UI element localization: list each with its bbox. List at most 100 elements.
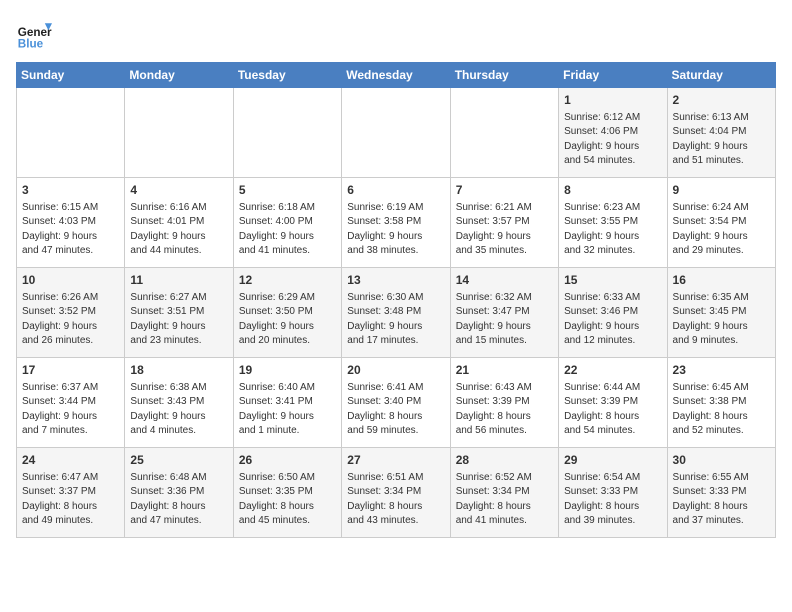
day-number: 10 <box>22 272 119 289</box>
day-info: Sunrise: 6:13 AM Sunset: 4:04 PM Dayligh… <box>673 111 770 169</box>
day-info: Sunrise: 6:26 AM Sunset: 3:52 PM Dayligh… <box>22 291 119 349</box>
calendar-cell: 4 Sunrise: 6:16 AM Sunset: 4:01 PM Daylig… <box>125 178 233 268</box>
day-info: Sunrise: 6:32 AM Sunset: 3:47 PM Dayligh… <box>456 291 553 349</box>
day-info: Sunrise: 6:54 AM Sunset: 3:33 PM Dayligh… <box>564 471 661 529</box>
day-number: 4 <box>130 182 227 199</box>
day-info: Sunrise: 6:52 AM Sunset: 3:34 PM Dayligh… <box>456 471 553 529</box>
day-number: 16 <box>673 272 770 289</box>
calendar-cell: 3Sunrise: 6:15 AM Sunset: 4:03 PM Daylig… <box>17 178 125 268</box>
day-number: 19 <box>239 362 336 379</box>
calendar-week-3: 10 Sunrise: 6:26 AM Sunset: 3:52 PM Dayli… <box>17 268 776 358</box>
day-number: 15 <box>564 272 661 289</box>
calendar-header-row: SundayMondayTuesdayWednesdayThursdayFrid… <box>17 63 776 88</box>
calendar-cell: 12Sunrise: 6:29 AM Sunset: 3:50 PM Dayli… <box>233 268 341 358</box>
page-header: General Blue <box>16 16 776 52</box>
day-info: Sunrise: 6:19 AM Sunset: 3:58 PM Dayligh… <box>347 201 444 259</box>
day-number: 27 <box>347 452 444 469</box>
day-info: Sunrise: 6:45 AM Sunset: 3:38 PM Dayligh… <box>673 381 770 439</box>
calendar-cell: 5 Sunrise: 6:18 AM Sunset: 4:00 PM Daylig… <box>233 178 341 268</box>
calendar-cell: 28 Sunrise: 6:52 AM Sunset: 3:34 PM Dayli… <box>450 448 558 538</box>
calendar-cell: 13 Sunrise: 6:30 AM Sunset: 3:48 PM Dayli… <box>342 268 450 358</box>
calendar-cell: 22 Sunrise: 6:44 AM Sunset: 3:39 PM Dayli… <box>559 358 667 448</box>
day-number: 30 <box>673 452 770 469</box>
day-info: Sunrise: 6:30 AM Sunset: 3:48 PM Dayligh… <box>347 291 444 349</box>
day-number: 3 <box>22 182 119 199</box>
day-info: Sunrise: 6:48 AM Sunset: 3:36 PM Dayligh… <box>130 471 227 529</box>
col-header-friday: Friday <box>559 63 667 88</box>
calendar-cell: 8 Sunrise: 6:23 AM Sunset: 3:55 PM Daylig… <box>559 178 667 268</box>
day-number: 20 <box>347 362 444 379</box>
col-header-tuesday: Tuesday <box>233 63 341 88</box>
calendar-cell: 7 Sunrise: 6:21 AM Sunset: 3:57 PM Daylig… <box>450 178 558 268</box>
day-number: 29 <box>564 452 661 469</box>
calendar-cell <box>233 88 341 178</box>
day-number: 1 <box>564 92 661 109</box>
calendar-cell: 15 Sunrise: 6:33 AM Sunset: 3:46 PM Dayli… <box>559 268 667 358</box>
calendar-week-5: 24Sunrise: 6:47 AM Sunset: 3:37 PM Dayli… <box>17 448 776 538</box>
day-info: Sunrise: 6:50 AM Sunset: 3:35 PM Dayligh… <box>239 471 336 529</box>
day-info: Sunrise: 6:23 AM Sunset: 3:55 PM Dayligh… <box>564 201 661 259</box>
calendar-cell: 17 Sunrise: 6:37 AM Sunset: 3:44 PM Dayli… <box>17 358 125 448</box>
day-number: 22 <box>564 362 661 379</box>
day-number: 6 <box>347 182 444 199</box>
calendar-cell: 30 Sunrise: 6:55 AM Sunset: 3:33 PM Dayli… <box>667 448 775 538</box>
day-number: 24 <box>22 452 119 469</box>
calendar-cell: 29 Sunrise: 6:54 AM Sunset: 3:33 PM Dayli… <box>559 448 667 538</box>
svg-text:Blue: Blue <box>18 38 44 51</box>
calendar-cell: 20 Sunrise: 6:41 AM Sunset: 3:40 PM Dayli… <box>342 358 450 448</box>
col-header-sunday: Sunday <box>17 63 125 88</box>
day-number: 13 <box>347 272 444 289</box>
calendar-cell: 10 Sunrise: 6:26 AM Sunset: 3:52 PM Dayli… <box>17 268 125 358</box>
day-info: Sunrise: 6:51 AM Sunset: 3:34 PM Dayligh… <box>347 471 444 529</box>
day-number: 5 <box>239 182 336 199</box>
day-number: 21 <box>456 362 553 379</box>
day-info: Sunrise: 6:18 AM Sunset: 4:00 PM Dayligh… <box>239 201 336 259</box>
day-info: Sunrise: 6:16 AM Sunset: 4:01 PM Dayligh… <box>130 201 227 259</box>
calendar-week-1: 1 Sunrise: 6:12 AM Sunset: 4:06 PM Daylig… <box>17 88 776 178</box>
col-header-saturday: Saturday <box>667 63 775 88</box>
calendar-cell: 11Sunrise: 6:27 AM Sunset: 3:51 PM Dayli… <box>125 268 233 358</box>
day-number: 7 <box>456 182 553 199</box>
day-info: Sunrise: 6:33 AM Sunset: 3:46 PM Dayligh… <box>564 291 661 349</box>
day-number: 9 <box>673 182 770 199</box>
day-number: 8 <box>564 182 661 199</box>
day-info: Sunrise: 6:35 AM Sunset: 3:45 PM Dayligh… <box>673 291 770 349</box>
day-number: 25 <box>130 452 227 469</box>
calendar-cell: 6 Sunrise: 6:19 AM Sunset: 3:58 PM Daylig… <box>342 178 450 268</box>
day-number: 18 <box>130 362 227 379</box>
calendar-cell: 9 Sunrise: 6:24 AM Sunset: 3:54 PM Daylig… <box>667 178 775 268</box>
day-number: 23 <box>673 362 770 379</box>
day-number: 28 <box>456 452 553 469</box>
day-info: Sunrise: 6:55 AM Sunset: 3:33 PM Dayligh… <box>673 471 770 529</box>
calendar-table: SundayMondayTuesdayWednesdayThursdayFrid… <box>16 62 776 538</box>
calendar-cell: 18Sunrise: 6:38 AM Sunset: 3:43 PM Dayli… <box>125 358 233 448</box>
day-info: Sunrise: 6:24 AM Sunset: 3:54 PM Dayligh… <box>673 201 770 259</box>
calendar-week-2: 3Sunrise: 6:15 AM Sunset: 4:03 PM Daylig… <box>17 178 776 268</box>
calendar-cell <box>17 88 125 178</box>
calendar-cell: 16 Sunrise: 6:35 AM Sunset: 3:45 PM Dayli… <box>667 268 775 358</box>
calendar-cell <box>125 88 233 178</box>
day-info: Sunrise: 6:37 AM Sunset: 3:44 PM Dayligh… <box>22 381 119 439</box>
day-info: Sunrise: 6:40 AM Sunset: 3:41 PM Dayligh… <box>239 381 336 439</box>
day-info: Sunrise: 6:41 AM Sunset: 3:40 PM Dayligh… <box>347 381 444 439</box>
day-number: 11 <box>130 272 227 289</box>
calendar-cell: 26 Sunrise: 6:50 AM Sunset: 3:35 PM Dayli… <box>233 448 341 538</box>
day-number: 12 <box>239 272 336 289</box>
calendar-cell: 21Sunrise: 6:43 AM Sunset: 3:39 PM Dayli… <box>450 358 558 448</box>
day-number: 17 <box>22 362 119 379</box>
day-info: Sunrise: 6:12 AM Sunset: 4:06 PM Dayligh… <box>564 111 661 169</box>
calendar-cell <box>342 88 450 178</box>
calendar-cell: 25 Sunrise: 6:48 AM Sunset: 3:36 PM Dayli… <box>125 448 233 538</box>
col-header-monday: Monday <box>125 63 233 88</box>
calendar-cell: 27 Sunrise: 6:51 AM Sunset: 3:34 PM Dayli… <box>342 448 450 538</box>
day-number: 14 <box>456 272 553 289</box>
calendar-cell: 14 Sunrise: 6:32 AM Sunset: 3:47 PM Dayli… <box>450 268 558 358</box>
day-number: 2 <box>673 92 770 109</box>
calendar-cell: 23 Sunrise: 6:45 AM Sunset: 3:38 PM Dayli… <box>667 358 775 448</box>
day-info: Sunrise: 6:21 AM Sunset: 3:57 PM Dayligh… <box>456 201 553 259</box>
calendar-week-4: 17 Sunrise: 6:37 AM Sunset: 3:44 PM Dayli… <box>17 358 776 448</box>
day-info: Sunrise: 6:44 AM Sunset: 3:39 PM Dayligh… <box>564 381 661 439</box>
calendar-cell: 2 Sunrise: 6:13 AM Sunset: 4:04 PM Daylig… <box>667 88 775 178</box>
day-number: 26 <box>239 452 336 469</box>
calendar-cell: 19 Sunrise: 6:40 AM Sunset: 3:41 PM Dayli… <box>233 358 341 448</box>
